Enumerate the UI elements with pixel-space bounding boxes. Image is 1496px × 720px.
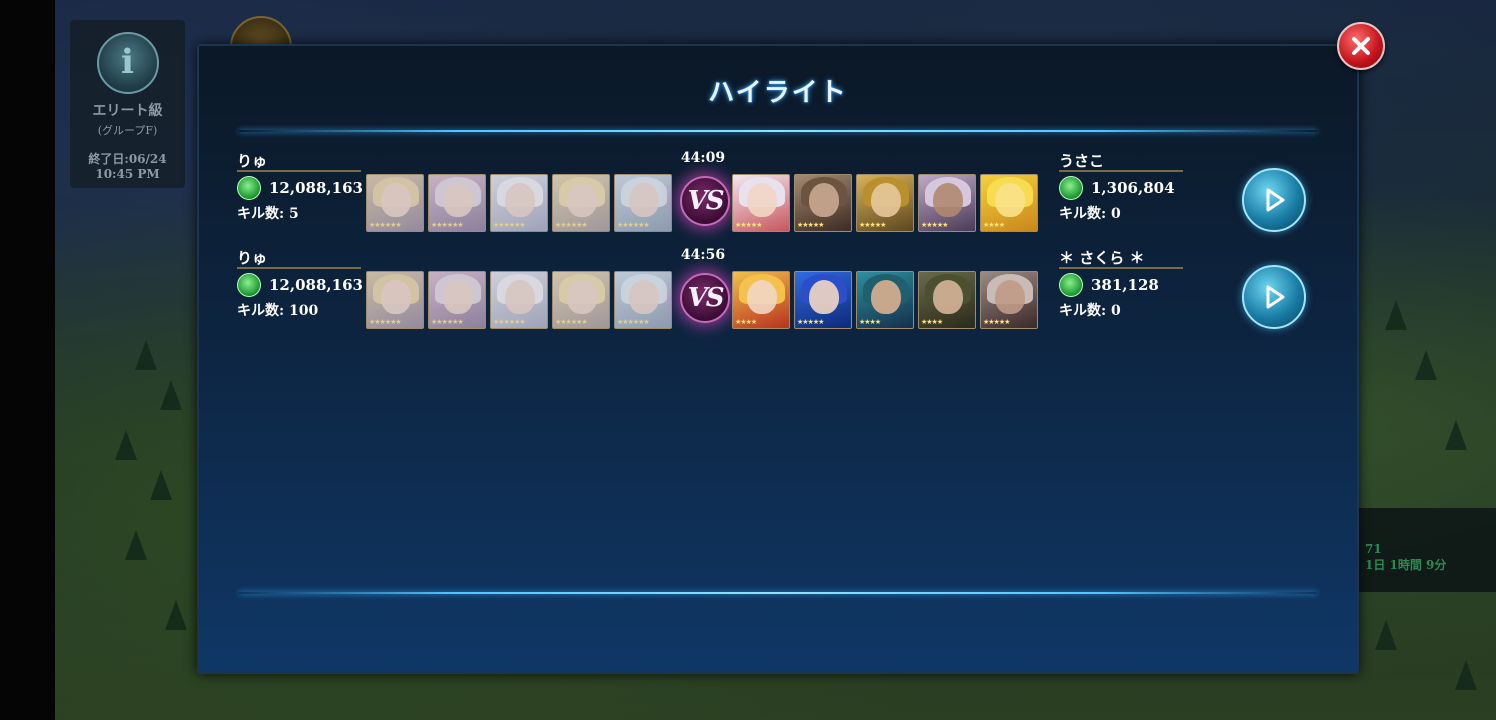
power-icon: [1059, 273, 1083, 297]
left-power-value: 12,088,163: [269, 276, 363, 294]
character-card-icon[interactable]: ★★★★★★: [490, 271, 548, 329]
side-info-remaining-time: 1日 1時間 9分: [1365, 557, 1447, 572]
right-power-value: 381,128: [1091, 276, 1159, 294]
league-emblem-icon: [96, 32, 159, 94]
league-end-label: 終了日:06/24: [88, 152, 167, 166]
character-card-icon[interactable]: ★★★★★: [794, 271, 852, 329]
battle-time: 44:56: [680, 247, 726, 263]
league-end-date: 終了日:06/24 10:45 PM: [70, 152, 185, 182]
character-card-icon[interactable]: ★★★★★: [918, 174, 976, 232]
league-name: エリート級: [92, 103, 163, 119]
character-card-icon[interactable]: ★★★★★: [856, 174, 914, 232]
tree-decoration: [165, 600, 187, 630]
character-card-icon[interactable]: ★★★★★★: [366, 174, 424, 232]
right-player-power: 1,306,804: [1059, 175, 1183, 201]
tree-decoration: [1445, 420, 1467, 450]
left-player-name: りゅ: [237, 150, 361, 172]
left-player-name: りゅ: [237, 247, 361, 269]
bottom-divider: [239, 592, 1317, 594]
left-black-bar: [0, 0, 55, 720]
power-icon: [237, 273, 261, 297]
tree-decoration: [160, 380, 182, 410]
replay-play-button[interactable]: [1242, 168, 1306, 232]
match-row: りゅ 12,088,163 キル数: 100 ★★★★★★ ★★★★★★ ★★★…: [199, 247, 1357, 329]
power-icon: [1059, 176, 1083, 200]
dialog-title: ハイライト: [708, 78, 848, 108]
left-player-power: 12,088,163: [237, 175, 363, 201]
character-card-icon[interactable]: ★★★★: [732, 271, 790, 329]
tree-decoration: [1385, 300, 1407, 330]
power-icon: [237, 176, 261, 200]
left-kill-count: キル数: 100: [237, 303, 319, 319]
left-player-power: 12,088,163: [237, 272, 363, 298]
right-kill-count: キル数: 0: [1059, 206, 1121, 222]
character-card-icon[interactable]: ★★★★★: [794, 174, 852, 232]
character-card-icon[interactable]: ★★★★★: [732, 174, 790, 232]
left-power-value: 12,088,163: [269, 179, 363, 197]
highlight-dialog: ハイライト りゅ 12,088,163 キル数: 5 ★★★★★★ ★★★★★★…: [197, 44, 1359, 674]
character-card-icon[interactable]: ★★★★★★: [614, 174, 672, 232]
right-player-name: うさこ: [1059, 150, 1183, 172]
play-icon: [1266, 285, 1285, 309]
vs-icon: VS: [680, 273, 730, 323]
character-card-icon[interactable]: ★★★★: [856, 271, 914, 329]
right-kill-count: キル数: 0: [1059, 303, 1121, 319]
character-card-icon[interactable]: ★★★★★★: [428, 271, 486, 329]
right-player-info: ＊ さくら ＊ 381,128 キル数: 0: [1059, 247, 1183, 320]
right-player-name: ＊ さくら ＊: [1059, 247, 1183, 269]
tree-decoration: [135, 340, 157, 370]
character-card-icon[interactable]: ★★★★★★: [490, 174, 548, 232]
tree-decoration: [1455, 660, 1477, 690]
tree-decoration: [125, 530, 147, 560]
play-icon: [1266, 188, 1285, 212]
side-info-panel: 71 1日 1時間 9分: [1355, 508, 1496, 592]
character-card-icon[interactable]: ★★★★: [918, 271, 976, 329]
character-card-icon[interactable]: ★★★★★: [980, 271, 1038, 329]
league-group: (グループF): [97, 124, 158, 137]
vs-icon: VS: [680, 176, 730, 226]
match-row: りゅ 12,088,163 キル数: 5 ★★★★★★ ★★★★★★ ★★★★★…: [199, 150, 1357, 232]
character-card-icon[interactable]: ★★★★★★: [428, 174, 486, 232]
replay-play-button[interactable]: [1242, 265, 1306, 329]
tree-decoration: [150, 470, 172, 500]
side-info-count: 71: [1365, 542, 1382, 556]
close-icon: [1352, 37, 1370, 55]
tree-decoration: [1415, 350, 1437, 380]
character-card-icon[interactable]: ★★★★★★: [614, 271, 672, 329]
character-card-icon[interactable]: ★★★★: [980, 174, 1038, 232]
right-player-info: うさこ 1,306,804 キル数: 0: [1059, 150, 1183, 223]
tree-decoration: [1375, 620, 1397, 650]
left-player-info: りゅ 12,088,163 キル数: 100: [237, 247, 363, 320]
right-player-power: 381,128: [1059, 272, 1183, 298]
league-badge-panel[interactable]: エリート級 (グループF) 終了日:06/24 10:45 PM: [70, 20, 185, 188]
character-card-icon[interactable]: ★★★★★★: [552, 271, 610, 329]
battle-time: 44:09: [680, 150, 726, 166]
right-power-value: 1,306,804: [1091, 179, 1175, 197]
left-kill-count: キル数: 5: [237, 206, 299, 222]
close-button[interactable]: [1337, 22, 1385, 70]
character-card-icon[interactable]: ★★★★★★: [366, 271, 424, 329]
tree-decoration: [115, 430, 137, 460]
left-player-info: りゅ 12,088,163 キル数: 5: [237, 150, 363, 223]
top-divider: [239, 130, 1317, 132]
league-end-time: 10:45 PM: [95, 167, 160, 181]
character-card-icon[interactable]: ★★★★★★: [552, 174, 610, 232]
